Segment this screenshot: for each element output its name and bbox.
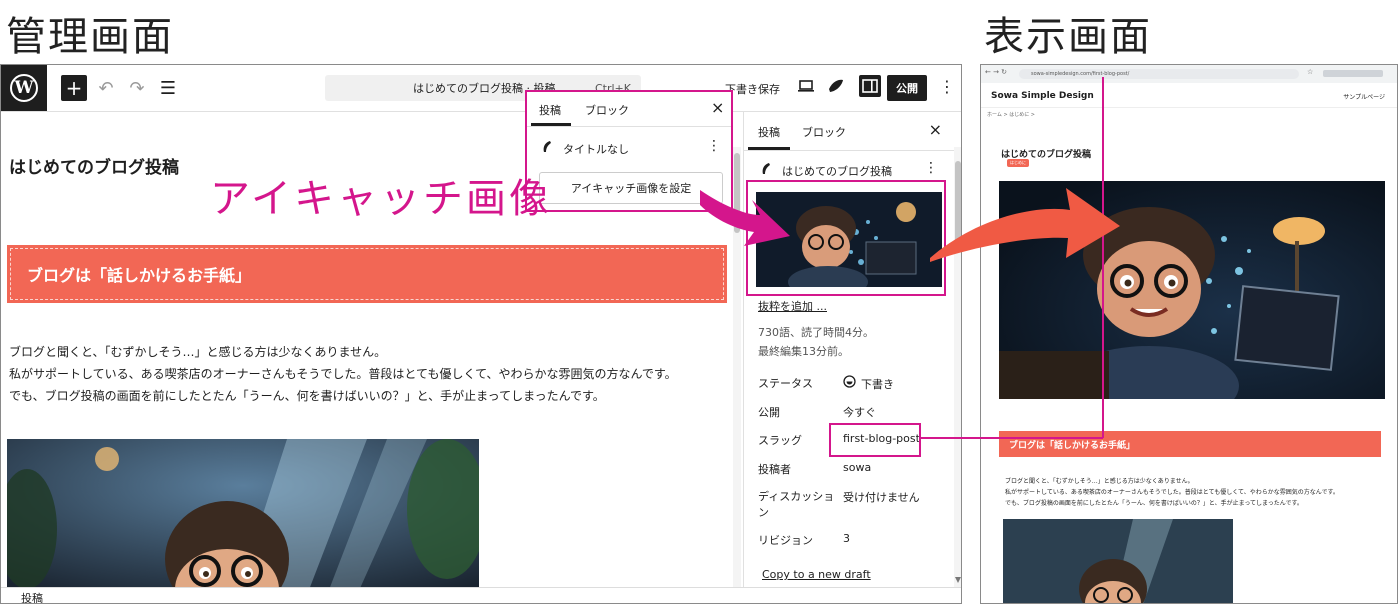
category-badge[interactable]: はじめに (1007, 159, 1029, 167)
sidebar-tabs: 投稿 ブロック × (744, 112, 961, 151)
popup-more-icon[interactable]: ⋮ (707, 138, 721, 154)
status-value[interactable]: 下書き (861, 376, 894, 392)
status-label: ステータス (758, 377, 813, 390)
redo-icon[interactable]: ↷ (126, 75, 148, 101)
publish-value[interactable]: 今すぐ (843, 404, 876, 420)
document-overview-icon[interactable]: ☰ (157, 75, 179, 101)
popup-close-icon[interactable]: × (711, 98, 724, 117)
address-bar[interactable]: sowa-simpledesign.com/first-blog-post/ (1019, 69, 1299, 79)
nav-sample-page[interactable]: サンプルページ (1343, 92, 1385, 101)
sidebar-scrollbar[interactable] (954, 147, 962, 587)
status-bar-label[interactable]: 投稿 (21, 590, 43, 603)
add-block-button[interactable]: + (61, 75, 87, 101)
extension-icons[interactable] (1323, 70, 1383, 77)
post-paragraph-1: ブログと聞くと、「むずかしそう…」と感じる方は少なくありません。 (1005, 478, 1194, 485)
featured-image-highlight (746, 180, 946, 296)
popup-post-icon (543, 141, 551, 152)
post-title[interactable]: はじめてのブログ投稿 (9, 153, 179, 178)
block-editor-window: W + ↶ ↷ ☰ はじめてのブログ投稿 · 投稿 Ctrl+K 下書き保存 公… (0, 64, 962, 604)
post-paragraph-3: でも、ブログ投稿の画面を前にしたとたん「うーん、何を書けばいいの？」と、手が止ま… (1005, 500, 1303, 507)
preview-icon[interactable] (797, 77, 815, 95)
post-icon (762, 163, 770, 174)
tab-block[interactable]: ブロック (802, 124, 846, 140)
editor-scrollbar[interactable] (733, 147, 741, 587)
wordpress-icon: W (10, 74, 38, 102)
wordpress-logo[interactable]: W (1, 65, 47, 111)
view-screen-label: 表示画面 (984, 14, 1152, 60)
settings-panel-icon[interactable] (859, 75, 881, 97)
more-options-icon[interactable]: ⋮ (939, 77, 955, 96)
post-body-image (1003, 519, 1233, 603)
editor-status-bar: 投稿 (1, 587, 961, 603)
tab-post[interactable]: 投稿 (758, 124, 780, 140)
paragraph-3[interactable]: でも、ブログ投稿の画面を前にしたとたん「うーん、何を書けばいいの？」と、手が止ま… (9, 385, 605, 407)
editor-image-block[interactable] (7, 439, 479, 595)
discussion-label: ディスカッション (758, 490, 835, 519)
heading-block[interactable]: ブログは「話しかけるお手紙」 (7, 245, 727, 303)
draft-status-icon (843, 375, 856, 388)
post-heading-block: ブログは「話しかけるお手紙」 (999, 431, 1381, 457)
post-paragraph-2: 私がサポートしている、ある喫茶店のオーナーさんもそうでした。普段はとても優しくて… (1005, 489, 1339, 496)
discussion-value[interactable]: 受け付けません (843, 489, 920, 505)
copy-to-draft-link[interactable]: Copy to a new draft (762, 568, 871, 581)
active-tab-indicator (748, 147, 790, 150)
author-value[interactable]: sowa (843, 461, 871, 474)
slug-label: スラッグ (758, 434, 802, 447)
hero-featured-image (999, 181, 1385, 399)
paragraph-1[interactable]: ブログと聞くと、「むずかしそう…」と感じる方は少なくありません。 (9, 341, 386, 363)
popup-tab-post[interactable]: 投稿 (539, 102, 561, 118)
jetpack-icon[interactable] (827, 77, 845, 95)
author-label: 投稿者 (758, 463, 791, 476)
breadcrumb[interactable]: ホーム > はじめに > (987, 111, 1035, 118)
publish-label: 公開 (758, 406, 780, 419)
publish-button[interactable]: 公開 (887, 75, 927, 101)
featured-image-callout-panel: 投稿 ブロック × タイトルなし ⋮ アイキャッチ画像を設定 (525, 90, 733, 212)
set-featured-image-button[interactable]: アイキャッチ画像を設定 (539, 172, 723, 204)
word-count: 730語、読了時間4分。 (758, 326, 874, 339)
browser-toolbar: ← → ↻ sowa-simpledesign.com/first-blog-p… (981, 65, 1397, 83)
eyecatch-annotation: アイキャッチ画像 (210, 176, 552, 222)
add-excerpt-link[interactable]: 抜粋を追加 ... (758, 298, 827, 314)
undo-icon[interactable]: ↶ (95, 75, 117, 101)
sidebar-more-icon[interactable]: ⋮ (924, 160, 938, 176)
close-icon[interactable]: × (929, 120, 942, 139)
browser-window: ← → ↻ sowa-simpledesign.com/first-blog-p… (980, 64, 1398, 604)
popup-post-title: タイトルなし (563, 143, 629, 156)
bookmark-star-icon[interactable]: ☆ (1307, 68, 1313, 76)
slug-highlight (829, 423, 921, 457)
popup-tab-block[interactable]: ブロック (585, 102, 629, 118)
browser-nav-icons[interactable]: ← → ↻ (985, 68, 1007, 76)
save-draft-button[interactable]: 下書き保存 (725, 81, 780, 97)
last-edited: 最終編集13分前。 (758, 345, 849, 358)
heading-block-text: ブログは「話しかけるお手紙」 (10, 248, 724, 300)
revisions-value[interactable]: 3 (843, 532, 850, 545)
site-title[interactable]: Sowa Simple Design (991, 91, 1094, 101)
paragraph-2[interactable]: 私がサポートしている、ある喫茶店のオーナーさんもそうでした。普段はとても優しくて… (9, 363, 677, 385)
sidebar-post-title: はじめてのブログ投稿 (782, 165, 892, 178)
admin-screen-label: 管理画面 (6, 14, 174, 60)
revisions-label: リビジョン (758, 534, 813, 547)
